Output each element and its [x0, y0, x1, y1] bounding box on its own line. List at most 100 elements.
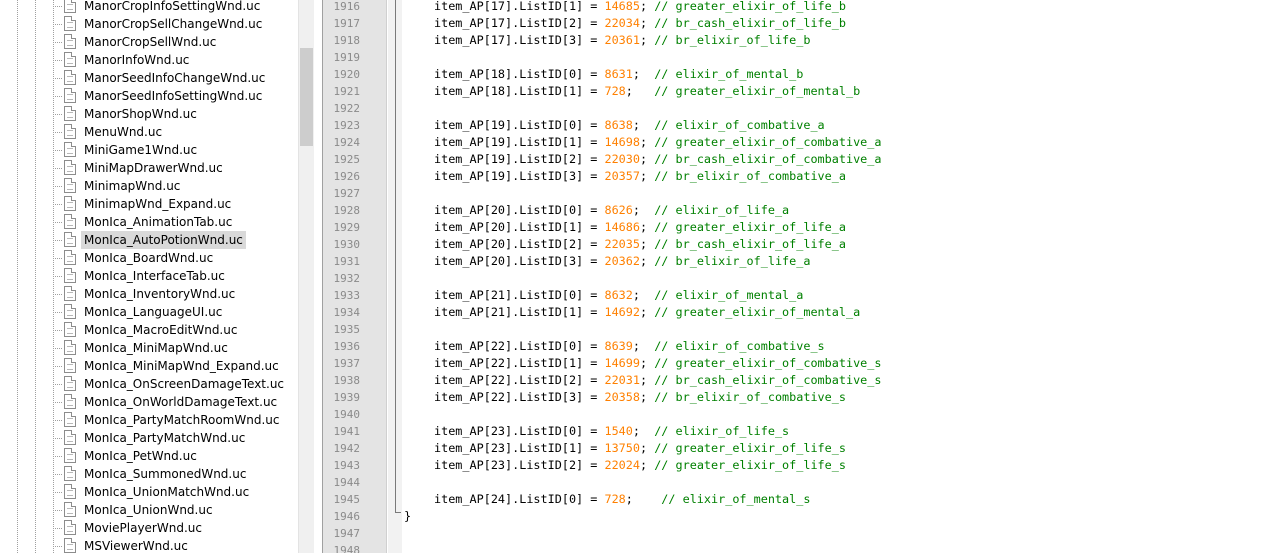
- file-tree-item[interactable]: ManorShopWnd.uc: [0, 105, 298, 123]
- file-tree-item[interactable]: MonIca_InventoryWnd.uc: [0, 285, 298, 303]
- file-tree-item[interactable]: ManorCropSellWnd.uc: [0, 33, 298, 51]
- file-tree-item[interactable]: ManorSeedInfoChangeWnd.uc: [0, 69, 298, 87]
- line-number: 1920: [333, 68, 361, 81]
- code-punctuation: ;: [639, 135, 655, 149]
- file-tree-item[interactable]: MenuWnd.uc: [0, 123, 298, 141]
- file-tree-item[interactable]: MonIca_PartyMatchWnd.uc: [0, 429, 298, 447]
- file-icon: [64, 304, 76, 319]
- code-punctuation: ;: [639, 16, 655, 30]
- file-tree-item[interactable]: MonIca_UnionWnd.uc: [0, 501, 298, 519]
- tree-connector: [53, 402, 62, 403]
- file-tree-item[interactable]: MonIca_OnScreenDamageText.uc: [0, 375, 298, 393]
- file-tree-item[interactable]: MonIca_PetWnd.uc: [0, 447, 298, 465]
- code-line[interactable]: item_AP[18].ListID[1] = 728; // greater_…: [434, 83, 860, 100]
- file-tree-item[interactable]: ManorCropInfoSettingWnd.uc: [0, 0, 298, 15]
- line-number: 1935: [333, 323, 361, 336]
- line-number: 1927: [333, 187, 361, 200]
- code-editor[interactable]: 1916 1917 1918 1919 1920 1921 1922 1923 1924 1925…: [322, 0, 1277, 553]
- file-tree-item[interactable]: MonIca_MiniMapWnd_Expand.uc: [0, 357, 298, 375]
- code-line[interactable]: item_AP[20].ListID[1] = 14686; // greate…: [434, 219, 846, 236]
- file-tree-scrollbar[interactable]: [298, 0, 314, 553]
- file-tree-panel: ManorCropInfoSettingWnd.uc ManorCropSellC…: [0, 0, 298, 553]
- file-icon: [64, 0, 76, 13]
- file-tree-item[interactable]: MonIca_SummonedWnd.uc: [0, 465, 298, 483]
- code-statement: item_AP[22].ListID[3] =: [434, 390, 605, 404]
- file-tree-item[interactable]: MonIca_MiniMapWnd.uc: [0, 339, 298, 357]
- code-line[interactable]: item_AP[21].ListID[1] = 14692; // greate…: [434, 304, 860, 321]
- code-comment: // elixir_of_life_s: [654, 424, 790, 438]
- code-line[interactable]: item_AP[23].ListID[0] = 1540; // elixir_…: [434, 423, 789, 440]
- file-tree-item[interactable]: MinimapWnd.uc: [0, 177, 298, 195]
- tree-connector: [53, 474, 62, 475]
- code-punctuation: ;: [639, 458, 655, 472]
- line-number: 1937: [333, 357, 361, 370]
- file-tree-item[interactable]: MonIca_BoardWnd.uc: [0, 249, 298, 267]
- code-punctuation: ;: [639, 152, 655, 166]
- tree-connector: [53, 294, 62, 295]
- line-number: 1946: [333, 510, 361, 523]
- file-icon: [64, 394, 76, 409]
- code-statement: item_AP[18].ListID[1] =: [434, 84, 605, 98]
- file-tree-item[interactable]: MonIca_AutoPotionWnd.uc: [0, 231, 298, 249]
- code-line[interactable]: item_AP[17].ListID[2] = 22034; // br_cas…: [434, 15, 846, 32]
- number-literal: 22034: [604, 16, 640, 30]
- file-tree-item[interactable]: MSViewerWnd.uc: [0, 537, 298, 553]
- file-tree-item[interactable]: MonIca_UnionMatchWnd.uc: [0, 483, 298, 501]
- code-line[interactable]: item_AP[18].ListID[0] = 8631; // elixir_…: [434, 66, 803, 83]
- code-line[interactable]: item_AP[24].ListID[0] = 728; // elixir_o…: [434, 491, 810, 508]
- code-line[interactable]: item_AP[22].ListID[2] = 22031; // br_cas…: [434, 372, 881, 389]
- code-line[interactable]: item_AP[17].ListID[1] = 14685; // greate…: [434, 0, 846, 15]
- code-comment: // elixir_of_life_a: [654, 203, 790, 217]
- code-line[interactable]: item_AP[22].ListID[3] = 20358; // br_eli…: [434, 389, 846, 406]
- code-line[interactable]: item_AP[19].ListID[1] = 14698; // greate…: [434, 134, 881, 151]
- code-line[interactable]: item_AP[21].ListID[0] = 8632; // elixir_…: [434, 287, 803, 304]
- file-tree-item[interactable]: MonIca_InterfaceTab.uc: [0, 267, 298, 285]
- tree-connector: [53, 456, 62, 457]
- code-line[interactable]: item_AP[19].ListID[0] = 8638; // elixir_…: [434, 117, 825, 134]
- code-line[interactable]: item_AP[22].ListID[0] = 8639; // elixir_…: [434, 338, 825, 355]
- file-tree-item[interactable]: MiniGame1Wnd.uc: [0, 141, 298, 159]
- file-name-label: MonIca_BoardWnd.uc: [84, 251, 214, 265]
- tree-connector: [53, 168, 62, 169]
- file-tree-item[interactable]: MiniMapDrawerWnd.uc: [0, 159, 298, 177]
- code-punctuation: ;: [639, 237, 655, 251]
- code-line[interactable]: item_AP[23].ListID[1] = 13750; // greate…: [434, 440, 846, 457]
- file-tree-item[interactable]: MonIca_MacroEditWnd.uc: [0, 321, 298, 339]
- file-tree-item[interactable]: MonIca_AnimationTab.uc: [0, 213, 298, 231]
- line-number: 1930: [333, 238, 361, 251]
- file-icon: [64, 376, 76, 391]
- file-name-label: MoviePlayerWnd.uc: [84, 521, 202, 535]
- pane-splitter[interactable]: [314, 0, 322, 553]
- code-comment: // elixir_of_mental_s: [661, 492, 811, 506]
- code-line[interactable]: item_AP[20].ListID[2] = 22035; // br_cas…: [434, 236, 846, 253]
- code-line[interactable]: item_AP[19].ListID[2] = 22030; // br_cas…: [434, 151, 881, 168]
- code-comment: // br_elixir_of_combative_s: [654, 390, 846, 404]
- file-tree-item[interactable]: MinimapWnd_Expand.uc: [0, 195, 298, 213]
- file-name-label: MonIca_UnionWnd.uc: [84, 503, 213, 517]
- tree-connector: [53, 240, 62, 241]
- code-line[interactable]: item_AP[20].ListID[0] = 8626; // elixir_…: [434, 202, 789, 219]
- line-number-gutter: 1916 1917 1918 1919 1920 1921 1922 1923 1924 1925…: [323, 0, 387, 553]
- code-comment: // greater_elixir_of_combative_a: [654, 135, 882, 149]
- scrollbar-thumb[interactable]: [300, 48, 313, 146]
- code-line[interactable]: item_AP[22].ListID[1] = 14699; // greate…: [434, 355, 881, 372]
- line-number: 1923: [333, 119, 361, 132]
- file-tree-item[interactable]: MonIca_PartyMatchRoomWnd.uc: [0, 411, 298, 429]
- code-line[interactable]: item_AP[23].ListID[2] = 22024; // greate…: [434, 457, 846, 474]
- file-tree-item[interactable]: ManorSeedInfoSettingWnd.uc: [0, 87, 298, 105]
- code-line[interactable]: item_AP[19].ListID[3] = 20357; // br_eli…: [434, 168, 846, 185]
- code-comment: // elixir_of_mental_b: [654, 67, 804, 81]
- file-tree-item[interactable]: ManorCropSellChangeWnd.uc: [0, 15, 298, 33]
- code-line[interactable]: item_AP[20].ListID[3] = 20362; // br_eli…: [434, 253, 810, 270]
- code-line[interactable]: item_AP[17].ListID[3] = 20361; // br_eli…: [434, 32, 810, 49]
- file-icon: [64, 358, 76, 373]
- file-name-label: MonIca_InventoryWnd.uc: [84, 287, 236, 301]
- file-icon: [64, 88, 76, 103]
- file-tree-item[interactable]: MonIca_LanguageUI.uc: [0, 303, 298, 321]
- number-literal: 20362: [604, 254, 640, 268]
- code-statement: item_AP[17].ListID[2] =: [434, 16, 605, 30]
- file-tree-item[interactable]: MoviePlayerWnd.uc: [0, 519, 298, 537]
- code-punctuation: ;: [639, 220, 655, 234]
- file-tree-item[interactable]: MonIca_OnWorldDamageText.uc: [0, 393, 298, 411]
- file-tree-item[interactable]: ManorInfoWnd.uc: [0, 51, 298, 69]
